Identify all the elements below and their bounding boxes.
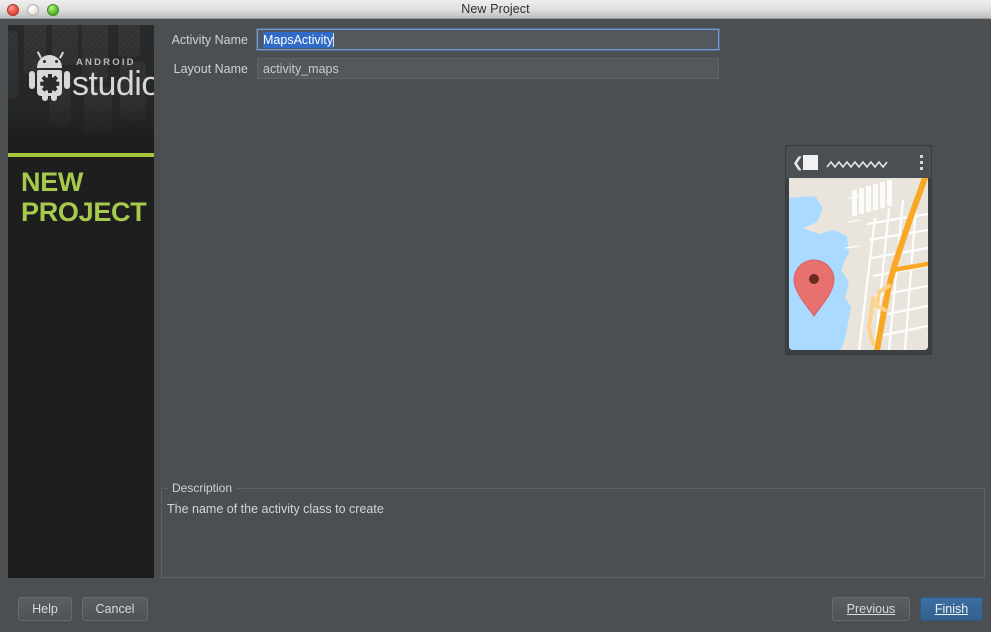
- layout-name-label: Layout Name: [173, 62, 248, 76]
- previous-button[interactable]: Previous: [832, 597, 910, 621]
- sidebar-banner-image: ANDROID studio: [8, 25, 154, 135]
- previous-button-label: Previous: [846, 602, 896, 616]
- overflow-menu-icon: [920, 155, 923, 170]
- app-icon: [803, 155, 818, 170]
- activity-name-label: Activity Name: [171, 33, 248, 47]
- activity-name-value: MapsActivity: [263, 32, 334, 48]
- finish-button-label: Finish: [934, 602, 969, 616]
- activity-name-input[interactable]: MapsActivity: [257, 29, 719, 50]
- map-preview-image: [789, 178, 928, 350]
- window-titlebar: New Project: [0, 0, 991, 19]
- finish-button[interactable]: Finish: [920, 597, 983, 621]
- help-button[interactable]: Help: [18, 597, 72, 621]
- title-placeholder-icon: [826, 157, 888, 169]
- description-text: The name of the activity class to create: [167, 502, 384, 516]
- gear-icon: [40, 74, 60, 93]
- preview-appbar: ❮: [786, 146, 931, 178]
- wizard-title-line1: NEW: [21, 167, 84, 197]
- wizard-sidebar: ANDROID studio NEW PROJECT: [8, 25, 154, 578]
- brand-studio-label: studio: [72, 65, 154, 103]
- window-title: New Project: [461, 2, 530, 16]
- text-caret: [333, 33, 335, 47]
- new-project-dialog: New Project ANDROID studio NEW PROJECT A…: [0, 0, 991, 632]
- activity-preview-thumbnail: ❮: [786, 146, 931, 354]
- description-legend: Description: [168, 481, 237, 495]
- cancel-button[interactable]: Cancel: [82, 597, 148, 621]
- android-robot-icon: [29, 51, 70, 101]
- wizard-title-line2: PROJECT: [21, 197, 147, 227]
- wizard-title: NEW PROJECT: [21, 167, 151, 227]
- sidebar-accent-rule: [8, 153, 154, 157]
- layout-name-input[interactable]: activity_maps: [257, 58, 719, 79]
